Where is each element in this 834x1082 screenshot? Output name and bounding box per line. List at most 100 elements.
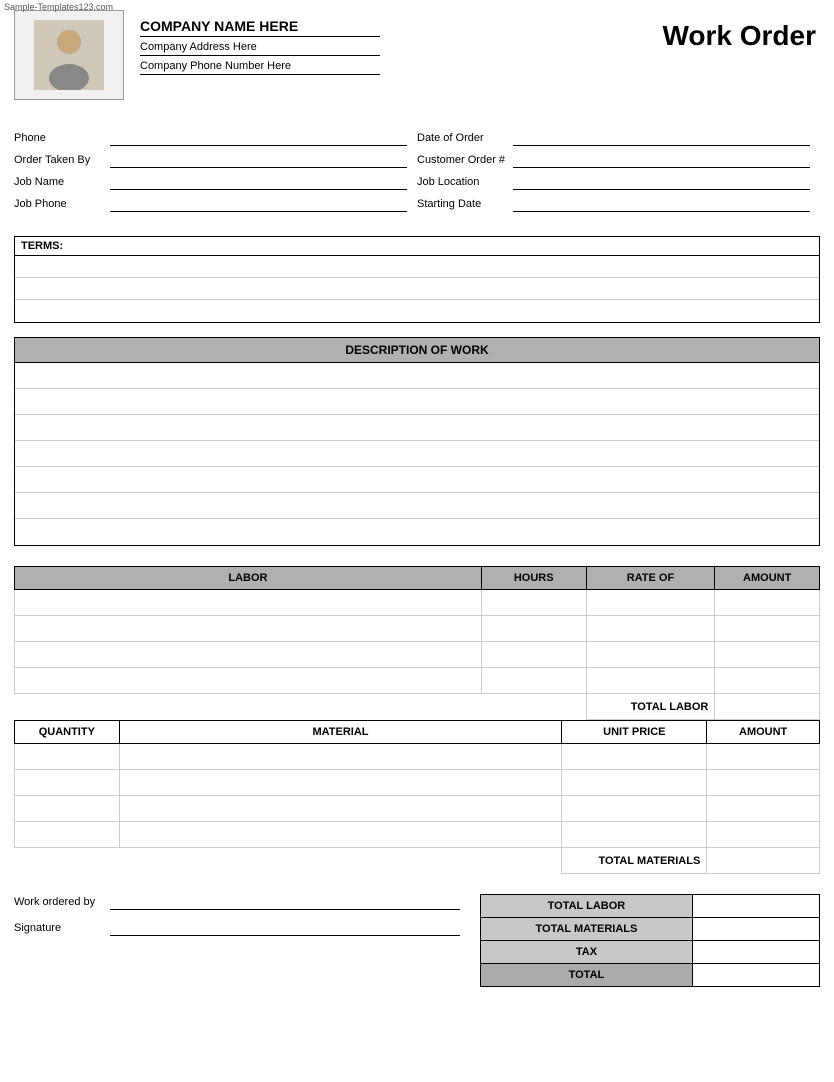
labor-amount-3[interactable]: [715, 642, 820, 668]
labor-row-1[interactable]: [15, 590, 820, 616]
watermark: Sample-Templates123.com: [0, 0, 117, 14]
grand-total-value[interactable]: [692, 964, 819, 987]
customer-order-input[interactable]: [513, 152, 810, 168]
desc-row-5[interactable]: [15, 467, 819, 493]
labor-row-4[interactable]: [15, 668, 820, 694]
total-labor-summary-row: TOTAL LABOR: [481, 895, 820, 918]
work-ordered-by-label: Work ordered by: [14, 896, 104, 908]
mat-desc-4[interactable]: [119, 822, 562, 848]
labor-desc-4[interactable]: [15, 668, 482, 694]
labor-col-header: LABOR: [15, 567, 482, 590]
mat-desc-2[interactable]: [119, 770, 562, 796]
rate-col-header: RATE OF: [586, 567, 715, 590]
total-labor-row: TOTAL LABOR: [15, 694, 820, 720]
mat-amount-3[interactable]: [707, 796, 820, 822]
labor-amount-2[interactable]: [715, 616, 820, 642]
desc-row-1[interactable]: [15, 363, 819, 389]
job-phone-input[interactable]: [110, 196, 407, 212]
labor-rate-2[interactable]: [586, 616, 715, 642]
labor-amount-4[interactable]: [715, 668, 820, 694]
desc-row-7[interactable]: [15, 519, 819, 545]
job-name-input[interactable]: [110, 174, 407, 190]
material-row-3[interactable]: [15, 796, 820, 822]
unit-price-col-header: UNIT PRICE: [562, 721, 707, 744]
terms-row-1[interactable]: [15, 256, 819, 278]
labor-hours-1[interactable]: [481, 590, 586, 616]
mat-amount-1[interactable]: [707, 744, 820, 770]
grand-total-label: TOTAL: [481, 964, 693, 987]
mat-qty-1[interactable]: [15, 744, 120, 770]
desc-row-6[interactable]: [15, 493, 819, 519]
labor-hours-3[interactable]: [481, 642, 586, 668]
phone-input[interactable]: [110, 130, 407, 146]
signature-input[interactable]: [110, 920, 460, 936]
desc-row-4[interactable]: [15, 441, 819, 467]
tax-summary-row: TAX: [481, 941, 820, 964]
date-of-order-row: Date of Order: [417, 130, 820, 146]
tax-value[interactable]: [692, 941, 819, 964]
labor-rate-1[interactable]: [586, 590, 715, 616]
total-materials-summary-row: TOTAL MATERIALS: [481, 918, 820, 941]
mat-qty-3[interactable]: [15, 796, 120, 822]
order-taken-by-input[interactable]: [110, 152, 407, 168]
labor-hours-4[interactable]: [481, 668, 586, 694]
mat-unit-price-1[interactable]: [562, 744, 707, 770]
labor-amount-1[interactable]: [715, 590, 820, 616]
desc-row-3[interactable]: [15, 415, 819, 441]
total-materials-summary-value[interactable]: [692, 918, 819, 941]
desc-row-2[interactable]: [15, 389, 819, 415]
materials-table: QUANTITY MATERIAL UNIT PRICE AMOUNT: [14, 720, 820, 874]
labor-rate-4[interactable]: [586, 668, 715, 694]
amount-col-header-materials: AMOUNT: [707, 721, 820, 744]
company-info: COMPANY NAME HERE Company Address Here C…: [140, 10, 380, 79]
job-location-input[interactable]: [513, 174, 810, 190]
grand-total-row: TOTAL: [481, 964, 820, 987]
mat-unit-price-3[interactable]: [562, 796, 707, 822]
job-phone-label: Job Phone: [14, 198, 104, 210]
total-labor-value[interactable]: [715, 694, 820, 720]
mat-unit-price-4[interactable]: [562, 822, 707, 848]
mat-qty-4[interactable]: [15, 822, 120, 848]
job-phone-row: Job Phone: [14, 196, 417, 212]
quantity-col-header: QUANTITY: [15, 721, 120, 744]
customer-order-row: Customer Order #: [417, 152, 820, 168]
starting-date-input[interactable]: [513, 196, 810, 212]
terms-section: TERMS:: [14, 236, 820, 323]
mat-unit-price-2[interactable]: [562, 770, 707, 796]
date-of-order-label: Date of Order: [417, 132, 507, 144]
total-materials-row: TOTAL MATERIALS: [15, 848, 820, 874]
phone-field-row: Phone: [14, 130, 417, 146]
labor-row-3[interactable]: [15, 642, 820, 668]
mat-amount-2[interactable]: [707, 770, 820, 796]
total-labor-label: TOTAL LABOR: [586, 694, 715, 720]
total-labor-summary-label: TOTAL LABOR: [481, 895, 693, 918]
labor-hours-2[interactable]: [481, 616, 586, 642]
amount-col-header-labor: AMOUNT: [715, 567, 820, 590]
work-ordered-by-input[interactable]: [110, 894, 460, 910]
total-labor-summary-value[interactable]: [692, 895, 819, 918]
signature-label: Signature: [14, 922, 104, 934]
material-col-header: MATERIAL: [119, 721, 562, 744]
material-row-1[interactable]: [15, 744, 820, 770]
labor-desc-2[interactable]: [15, 616, 482, 642]
labor-desc-3[interactable]: [15, 642, 482, 668]
hours-col-header: HOURS: [481, 567, 586, 590]
mat-qty-2[interactable]: [15, 770, 120, 796]
labor-desc-1[interactable]: [15, 590, 482, 616]
order-taken-by-row: Order Taken By: [14, 152, 417, 168]
mat-amount-4[interactable]: [707, 822, 820, 848]
labor-row-2[interactable]: [15, 616, 820, 642]
labor-rate-3[interactable]: [586, 642, 715, 668]
signature-row: Signature: [14, 920, 460, 936]
material-row-4[interactable]: [15, 822, 820, 848]
total-materials-label: TOTAL MATERIALS: [562, 848, 707, 874]
mat-desc-3[interactable]: [119, 796, 562, 822]
job-location-label: Job Location: [417, 176, 507, 188]
total-materials-value[interactable]: [707, 848, 820, 874]
terms-row-3[interactable]: [15, 300, 819, 322]
mat-desc-1[interactable]: [119, 744, 562, 770]
terms-row-2[interactable]: [15, 278, 819, 300]
date-of-order-input[interactable]: [513, 130, 810, 146]
job-name-row: Job Name: [14, 174, 417, 190]
material-row-2[interactable]: [15, 770, 820, 796]
